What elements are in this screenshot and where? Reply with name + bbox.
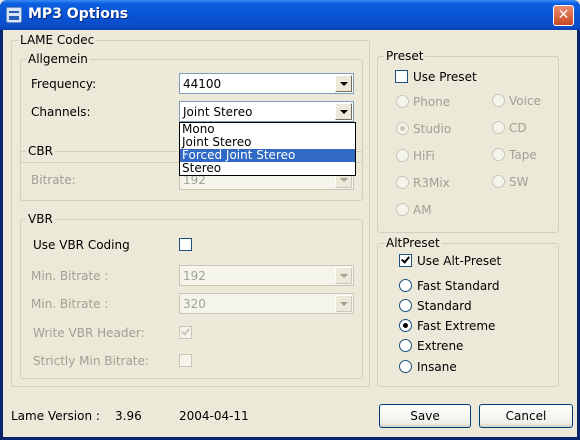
channels-value: Joint Stereo (183, 105, 253, 119)
min-bitrate-value: 192 (183, 269, 206, 283)
max-bitrate-dropdown-button[interactable] (335, 295, 352, 312)
preset-radio-voice[interactable] (492, 94, 505, 107)
title-bar[interactable]: MP3 Options ✕ (0, 0, 580, 30)
chevron-down-icon (340, 110, 348, 114)
altpreset-title: AltPreset (384, 236, 442, 250)
channels-select[interactable]: Joint Stereo (179, 101, 354, 122)
strict-min-bitrate-checkbox[interactable] (179, 354, 192, 367)
write-vbr-header-checkbox[interactable] (179, 326, 192, 339)
vbr-title: VBR (26, 212, 55, 226)
frequency-label: Frequency: (31, 77, 97, 91)
preset-radio-sw[interactable] (492, 175, 505, 188)
preset-label-cd: CD (509, 121, 527, 135)
mp3-options-window: MP3 Options ✕ LAME Codec Allgemein Frequ… (0, 0, 580, 440)
min-bitrate-label: Min. Bitrate : (31, 269, 109, 283)
use-preset-checkbox[interactable] (395, 70, 408, 83)
strict-min-bitrate-label: Strictly Min Bitrate: (33, 354, 149, 368)
preset-radio-phone[interactable] (396, 95, 409, 108)
cancel-button[interactable]: Cancel (479, 404, 573, 428)
preset-radio-am[interactable] (396, 203, 409, 216)
preset-label-phone: Phone (413, 95, 451, 109)
preset-radio-tape[interactable] (492, 148, 505, 161)
altpreset-radio-fast-extreme[interactable] (399, 319, 412, 332)
altpreset-label-fast-standard: Fast Standard (417, 279, 500, 293)
preset-radio-r3mix[interactable] (396, 176, 409, 189)
altpreset-radio-insane[interactable] (399, 360, 412, 373)
use-preset-label: Use Preset (413, 70, 477, 84)
use-alt-preset-checkbox[interactable] (399, 254, 412, 267)
altpreset-radio-standard[interactable] (399, 299, 412, 312)
max-bitrate-label: Min. Bitrate : (31, 297, 109, 311)
allgemein-title: Allgemein (26, 52, 90, 66)
lame-version-label: Lame Version : (11, 409, 100, 423)
lame-date-value: 2004-04-11 (179, 409, 249, 423)
preset-label-sw: SW (509, 175, 529, 189)
altpreset-radio-extrene[interactable] (399, 339, 412, 352)
preset-radio-cd[interactable] (492, 121, 505, 134)
altpreset-label-extrene: Extrene (417, 339, 464, 353)
altpreset-radio-fast-standard[interactable] (399, 279, 412, 292)
preset-radio-studio[interactable] (396, 122, 409, 135)
frequency-dropdown-button[interactable] (335, 75, 352, 92)
preset-label-studio: Studio (413, 122, 452, 136)
channels-option-stereo[interactable]: Stereo (180, 162, 355, 175)
radio-dot-icon (403, 323, 408, 328)
close-button[interactable]: ✕ (553, 5, 574, 26)
preset-label-voice: Voice (509, 94, 541, 108)
checkmark-icon (181, 326, 190, 336)
dialog-body: LAME Codec Allgemein Frequency: 44100 Ch… (3, 30, 577, 437)
use-alt-preset-label: Use Alt-Preset (417, 254, 502, 268)
preset-label-r3mix: R3Mix (413, 176, 450, 190)
preset-radio-hifi[interactable] (396, 149, 409, 162)
checkmark-icon (401, 254, 410, 264)
app-icon (6, 7, 22, 23)
channels-dropdown-button[interactable] (335, 103, 352, 120)
preset-label-tape: Tape (509, 148, 537, 162)
frequency-select[interactable]: 44100 (179, 73, 354, 94)
preset-label-am: AM (413, 203, 432, 217)
preset-label-hifi: HiFi (413, 149, 435, 163)
radio-dot-icon (400, 126, 405, 131)
save-button[interactable]: Save (379, 404, 471, 428)
lame-version-value: 3.96 (115, 409, 142, 423)
channels-label: Channels: (31, 105, 91, 119)
altpreset-label-fast-extreme: Fast Extreme (417, 319, 496, 333)
cbr-title: CBR (26, 144, 55, 158)
use-vbr-label: Use VBR Coding (33, 238, 130, 252)
preset-title: Preset (384, 49, 426, 63)
min-bitrate-dropdown-button[interactable] (335, 267, 352, 284)
lame-codec-title: LAME Codec (18, 33, 97, 47)
use-vbr-checkbox[interactable] (179, 238, 192, 251)
max-bitrate-value: 320 (183, 297, 206, 311)
bitrate-label: Bitrate: (31, 173, 76, 187)
altpreset-label-insane: Insane (417, 360, 457, 374)
chevron-down-icon (340, 178, 348, 182)
window-title: MP3 Options (28, 6, 129, 22)
chevron-down-icon (340, 302, 348, 306)
max-bitrate-select[interactable]: 320 (179, 293, 354, 314)
chevron-down-icon (340, 274, 348, 278)
channels-dropdown-list: Mono Joint Stereo Forced Joint Stereo St… (179, 122, 356, 176)
altpreset-label-standard: Standard (417, 299, 472, 313)
chevron-down-icon (340, 82, 348, 86)
min-bitrate-select[interactable]: 192 (179, 265, 354, 286)
write-vbr-header-label: Write VBR Header: (33, 326, 145, 340)
frequency-value: 44100 (183, 77, 222, 91)
